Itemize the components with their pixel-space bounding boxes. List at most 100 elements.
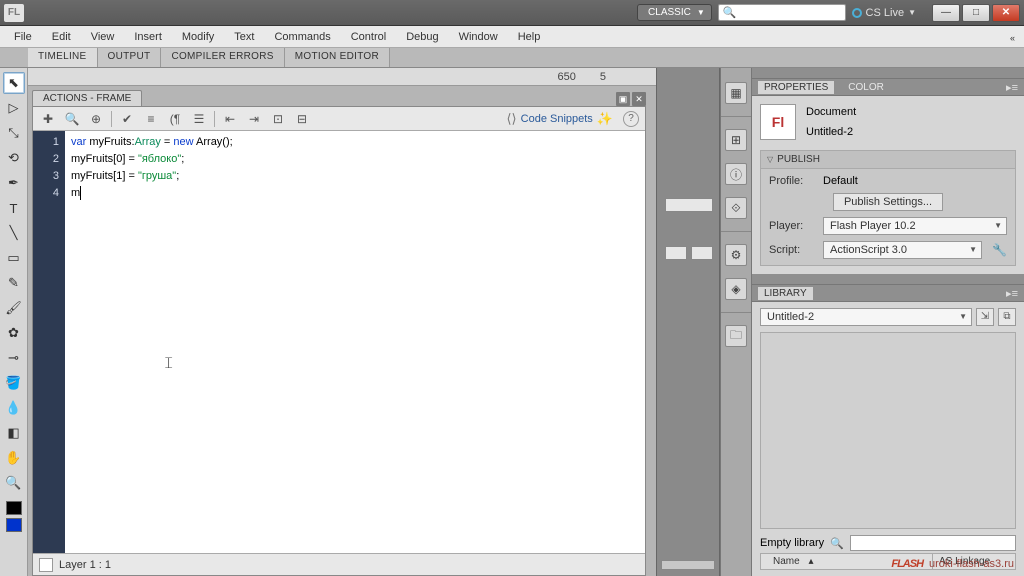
script-assist-icon[interactable]: ✨ [597, 111, 613, 127]
debug-icon[interactable]: ☰ [190, 110, 208, 128]
panel-close-icon[interactable]: ✕ [632, 92, 646, 106]
search-input[interactable] [741, 7, 841, 19]
timeline-ruler: 650 5 [28, 68, 656, 86]
separator [214, 111, 215, 127]
library-header: LIBRARY ▸≡ [752, 284, 1024, 302]
comment-icon[interactable]: ⊡ [269, 110, 287, 128]
zoom-tool-icon[interactable]: 🔍 [3, 472, 25, 494]
subselection-tool-icon[interactable]: ▷ [3, 97, 25, 119]
script-nav-icon[interactable] [39, 558, 53, 572]
free-transform-tool-icon[interactable]: ⤡ [3, 122, 25, 144]
eyedropper-tool-icon[interactable]: 💧 [3, 397, 25, 419]
tab-motion-editor[interactable]: MOTION EDITOR [285, 48, 390, 67]
transform-icon[interactable]: ⟐ [725, 197, 747, 219]
publish-section-header[interactable]: PUBLISH [761, 151, 1015, 169]
tab-color[interactable]: COLOR [842, 81, 890, 94]
panel-expand-icon[interactable]: ▣ [616, 92, 630, 106]
check-syntax-icon[interactable]: ✔ [118, 110, 136, 128]
col-name[interactable]: Name ▴ [761, 554, 933, 569]
swatches-icon[interactable]: ▦ [725, 82, 747, 104]
script-settings-icon[interactable]: 🔧 [992, 243, 1007, 257]
code-snippets-button[interactable]: Code Snippets [521, 113, 593, 125]
menu-edit[interactable]: Edit [42, 28, 81, 46]
panel-dock: ▦ ⊞ ⓘ ⟐ ⚙ ◈ 🗀 [720, 68, 752, 576]
close-button[interactable]: ✕ [992, 4, 1020, 22]
menu-help[interactable]: Help [508, 28, 551, 46]
menu-file[interactable]: File [4, 28, 42, 46]
menu-debug[interactable]: Debug [396, 28, 448, 46]
player-select[interactable]: Flash Player 10.2 [823, 217, 1007, 235]
menu-bar: File Edit View Insert Modify Text Comman… [0, 26, 1024, 48]
pen-tool-icon[interactable]: ✒ [3, 172, 25, 194]
stage-cropped [656, 68, 720, 576]
eraser-tool-icon[interactable]: ◧ [3, 422, 25, 444]
line-gutter: 1 2 3 4 [33, 131, 65, 553]
menu-text[interactable]: Text [224, 28, 264, 46]
text-tool-icon[interactable]: T [3, 197, 25, 219]
target-icon[interactable]: ⊕ [87, 110, 105, 128]
line-tool-icon[interactable]: ╲ [3, 222, 25, 244]
rectangle-tool-icon[interactable]: ▭ [3, 247, 25, 269]
components-icon[interactable]: ⚙ [725, 244, 747, 266]
tab-timeline[interactable]: TIMELINE [28, 48, 98, 67]
publish-section: PUBLISH Profile: Default Publish Setting… [760, 150, 1016, 266]
fill-color-swatch[interactable] [6, 518, 22, 532]
menu-commands[interactable]: Commands [264, 28, 340, 46]
window-buttons: — □ ✕ [932, 4, 1020, 22]
tab-library[interactable]: LIBRARY [758, 287, 813, 300]
uncomment-icon[interactable]: ⊟ [293, 110, 311, 128]
bone-tool-icon[interactable]: ⊸ [3, 347, 25, 369]
pin-icon[interactable]: ⇲ [976, 308, 994, 326]
menu-control[interactable]: Control [341, 28, 396, 46]
search-icon: 🔍 [723, 6, 737, 19]
hand-tool-icon[interactable]: ✋ [3, 447, 25, 469]
selection-tool-icon[interactable]: ⬉ [3, 72, 25, 94]
scrollbar[interactable] [661, 560, 715, 570]
code-editor[interactable]: 1 2 3 4 var myFruits:Array = new Array()… [33, 131, 645, 553]
workspace-selector[interactable]: CLASSIC [637, 4, 712, 21]
new-library-icon[interactable]: ⧉ [998, 308, 1016, 326]
actions-tab[interactable]: ACTIONS - FRAME [32, 90, 142, 106]
maximize-button[interactable]: □ [962, 4, 990, 22]
add-item-icon[interactable]: ✚ [39, 110, 57, 128]
library-document-select[interactable]: Untitled-2 [760, 308, 972, 326]
tab-properties[interactable]: PROPERTIES [758, 81, 834, 94]
project-icon[interactable]: 🗀 [725, 325, 747, 347]
code-area[interactable]: var myFruits:Array = new Array(); myFrui… [65, 131, 645, 553]
find-icon[interactable]: 🔍 [63, 110, 81, 128]
collapse-icon[interactable]: « [1000, 30, 1020, 44]
pencil-tool-icon[interactable]: ✎ [3, 272, 25, 294]
panel-menu-icon[interactable]: ▸≡ [1006, 81, 1018, 94]
panel-menu-icon[interactable]: ▸≡ [1006, 287, 1018, 300]
show-hint-icon[interactable]: (¶ [166, 110, 184, 128]
minimize-button[interactable]: — [932, 4, 960, 22]
lasso-tool-icon[interactable]: ⟲ [3, 147, 25, 169]
menu-modify[interactable]: Modify [172, 28, 224, 46]
align-icon[interactable]: ⊞ [725, 129, 747, 151]
col-linkage[interactable]: AS Linkage [933, 554, 1015, 569]
deco-tool-icon[interactable]: ✿ [3, 322, 25, 344]
search-box[interactable]: 🔍 [718, 4, 846, 21]
menu-window[interactable]: Window [449, 28, 508, 46]
cs-live[interactable]: CS Live ▼ [852, 7, 916, 19]
stage-control[interactable] [665, 246, 687, 260]
publish-settings-button[interactable]: Publish Settings... [833, 193, 943, 211]
info-icon[interactable]: ⓘ [725, 163, 747, 185]
paint-bucket-tool-icon[interactable]: 🪣 [3, 372, 25, 394]
auto-format-icon[interactable]: ≡ [142, 110, 160, 128]
menu-insert[interactable]: Insert [124, 28, 172, 46]
tab-compiler-errors[interactable]: COMPILER ERRORS [161, 48, 284, 67]
stroke-color-swatch[interactable] [6, 501, 22, 515]
help-icon[interactable]: ? [623, 111, 639, 127]
motion-presets-icon[interactable]: ◈ [725, 278, 747, 300]
stage-control[interactable] [691, 246, 713, 260]
menu-view[interactable]: View [81, 28, 125, 46]
tab-output[interactable]: OUTPUT [98, 48, 162, 67]
script-select[interactable]: ActionScript 3.0 [823, 241, 982, 259]
library-search-input[interactable] [850, 535, 1016, 551]
zoom-field[interactable] [665, 198, 713, 212]
collapse-icon[interactable]: ⇤ [221, 110, 239, 128]
expand-icon[interactable]: ⇥ [245, 110, 263, 128]
profile-value: Default [823, 175, 858, 187]
brush-tool-icon[interactable]: 🖌 [3, 297, 25, 319]
